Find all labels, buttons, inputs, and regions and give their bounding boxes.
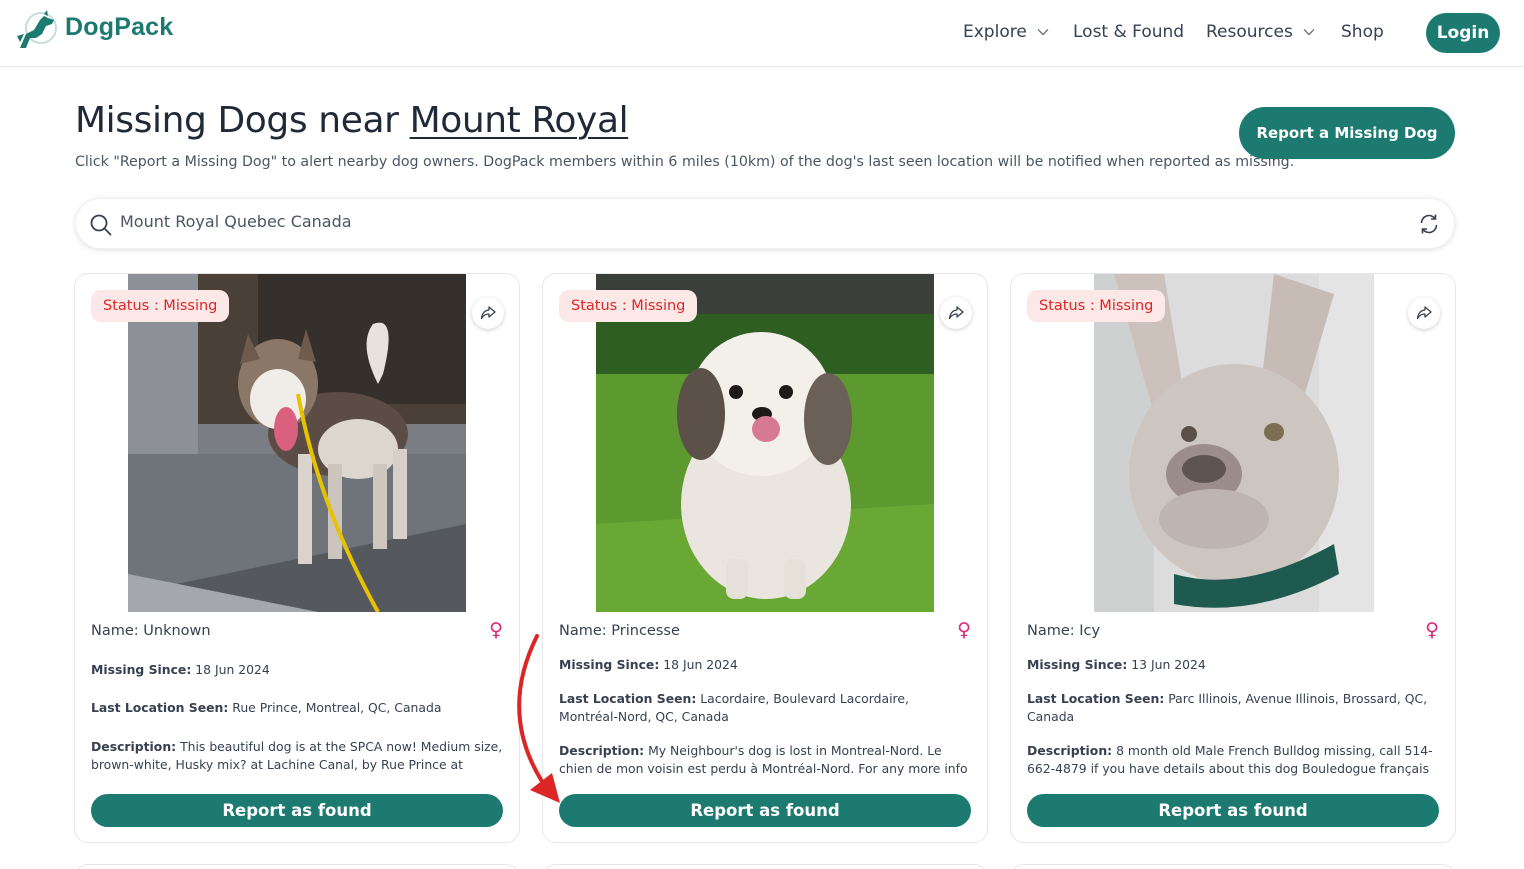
- nav-explore-label: Explore: [963, 22, 1027, 42]
- report-as-found-button[interactable]: Report as found: [91, 794, 503, 827]
- female-icon: ♀: [489, 619, 503, 641]
- dog-name: Name: Unknown: [91, 623, 211, 639]
- dog-name: Name: Princesse: [559, 623, 680, 639]
- location-search-bar: [75, 198, 1455, 249]
- share-button[interactable]: [472, 297, 504, 329]
- missing-since-label: Missing Since:: [91, 662, 192, 677]
- dog-card[interactable]: Status : Missing Name: Icy ♀ Missing Sin…: [1010, 273, 1456, 843]
- share-button[interactable]: [940, 297, 972, 329]
- chevron-down-icon: [1037, 29, 1049, 36]
- last-location-label: Last Location Seen:: [91, 700, 229, 715]
- search-icon: [90, 214, 112, 236]
- last-location-label: Last Location Seen:: [1027, 691, 1165, 706]
- missing-since-value: 13 Jun 2024: [1131, 657, 1206, 672]
- female-icon: ♀: [957, 619, 971, 641]
- location-link[interactable]: Mount Royal: [410, 100, 629, 141]
- page-title: Missing Dogs near Mount Royal: [75, 100, 629, 141]
- dog-card-partial[interactable]: [542, 864, 988, 869]
- nav-resources-label: Resources: [1206, 22, 1293, 42]
- dog-photo[interactable]: [1094, 274, 1374, 612]
- page-subtitle: Click "Report a Missing Dog" to alert ne…: [75, 154, 1295, 170]
- dog-card-partial[interactable]: [74, 864, 520, 869]
- dog-photo[interactable]: [128, 274, 466, 612]
- missing-since-value: 18 Jun 2024: [663, 657, 738, 672]
- missing-since-label: Missing Since:: [1027, 657, 1128, 672]
- nav-lost-found[interactable]: Lost & Found: [1073, 22, 1184, 42]
- missing-since-value: 18 Jun 2024: [195, 662, 270, 677]
- top-navbar: DogPack Explore Lost & Found Resources S…: [0, 0, 1524, 67]
- description: Description: This beautiful dog is at th…: [91, 738, 503, 774]
- dogpack-logo-icon: [17, 10, 57, 48]
- last-location-value: Rue Prince, Montreal, QC, Canada: [232, 700, 442, 715]
- dog-card-partial[interactable]: [1010, 864, 1456, 869]
- description: Description: 8 month old Male French Bul…: [1027, 742, 1439, 778]
- shihtzu-photo-image: [596, 274, 934, 612]
- brand-name: DogPack: [65, 12, 174, 41]
- last-location-label: Last Location Seen:: [559, 691, 697, 706]
- page-title-prefix: Missing Dogs near: [75, 100, 410, 141]
- dog-photo[interactable]: [596, 274, 934, 612]
- share-icon: [948, 306, 964, 320]
- report-as-found-button[interactable]: Report as found: [559, 794, 971, 827]
- report-as-found-button[interactable]: Report as found: [1027, 794, 1439, 827]
- dog-name: Name: Icy: [1027, 623, 1101, 639]
- description-label: Description:: [91, 739, 177, 754]
- missing-since: Missing Since: 18 Jun 2024: [559, 656, 971, 674]
- dog-card[interactable]: Status : Missing Name: Princesse ♀ Missi…: [542, 273, 988, 843]
- last-location: Last Location Seen: Parc Illinois, Avenu…: [1027, 690, 1439, 726]
- description-label: Description:: [559, 743, 645, 758]
- dog-card[interactable]: Status : Missing Name: Unknown ♀ Missing…: [74, 273, 520, 843]
- female-icon: ♀: [1425, 619, 1439, 641]
- nav-resources[interactable]: Resources: [1206, 22, 1315, 42]
- last-location: Last Location Seen: Rue Prince, Montreal…: [91, 699, 503, 717]
- report-missing-dog-button[interactable]: Report a Missing Dog: [1239, 107, 1455, 159]
- missing-since: Missing Since: 18 Jun 2024: [91, 661, 503, 679]
- nav-lost-found-label: Lost & Found: [1073, 22, 1185, 42]
- chevron-down-icon: [1303, 29, 1315, 36]
- status-badge: Status : Missing: [1027, 290, 1166, 322]
- nav-explore[interactable]: Explore: [963, 22, 1049, 42]
- refresh-icon[interactable]: [1418, 213, 1440, 235]
- description: Description: My Neighbour's dog is lost …: [559, 742, 971, 778]
- missing-since: Missing Since: 13 Jun 2024: [1027, 656, 1439, 674]
- status-badge: Status : Missing: [559, 290, 698, 322]
- nav-shop-label: Shop: [1341, 22, 1384, 42]
- last-location: Last Location Seen: Lacordaire, Boulevar…: [559, 690, 971, 726]
- missing-since-label: Missing Since:: [559, 657, 660, 672]
- french-bulldog-photo-image: [1094, 274, 1374, 612]
- nav-shop[interactable]: Shop: [1341, 22, 1384, 42]
- login-button[interactable]: Login: [1426, 13, 1500, 53]
- location-search-input[interactable]: [120, 212, 1400, 231]
- brand-logo[interactable]: DogPack: [14, 8, 173, 52]
- share-icon: [1416, 306, 1432, 320]
- description-label: Description:: [1027, 743, 1113, 758]
- share-icon: [480, 306, 496, 320]
- status-badge: Status : Missing: [91, 290, 230, 322]
- husky-photo-image: [128, 274, 466, 612]
- share-button[interactable]: [1408, 297, 1440, 329]
